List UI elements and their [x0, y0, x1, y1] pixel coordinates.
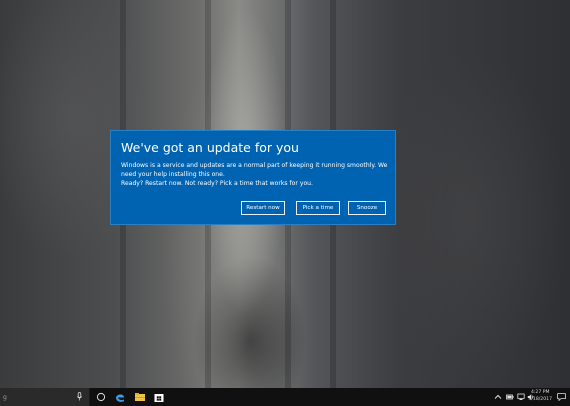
dialog-message-line: Windows is a service and updates are a n…: [121, 162, 388, 178]
clock-date: 4/18/2017: [528, 396, 552, 402]
pick-a-time-button[interactable]: Pick a time: [296, 201, 340, 215]
snooze-button[interactable]: Snooze: [348, 201, 386, 215]
network-icon[interactable]: [517, 393, 525, 401]
taskbar: g 4:27 PM 4/18/2017: [0, 388, 570, 406]
dialog-message-line: Ready? Restart now. Not ready? Pick a ti…: [121, 180, 313, 187]
dialog-message: Windows is a service and updates are a n…: [121, 161, 389, 188]
microphone-icon[interactable]: [77, 392, 82, 401]
edge-icon[interactable]: [114, 391, 126, 403]
search-placeholder: g: [3, 393, 7, 401]
update-dialog: We've got an update for you Windows is a…: [110, 130, 396, 225]
dialog-title: We've got an update for you: [121, 140, 299, 155]
restart-now-button[interactable]: Restart now: [241, 201, 285, 215]
battery-icon[interactable]: [506, 393, 514, 401]
task-view-icon[interactable]: [95, 391, 107, 403]
search-box[interactable]: g: [0, 388, 90, 406]
file-explorer-icon[interactable]: [134, 391, 146, 403]
clock-time: 4:27 PM: [530, 390, 550, 395]
action-center-icon[interactable]: [557, 393, 566, 401]
taskbar-clock[interactable]: 4:27 PM 4/18/2017: [528, 390, 552, 403]
store-icon[interactable]: [153, 391, 165, 403]
chevron-up-icon[interactable]: [494, 393, 502, 401]
